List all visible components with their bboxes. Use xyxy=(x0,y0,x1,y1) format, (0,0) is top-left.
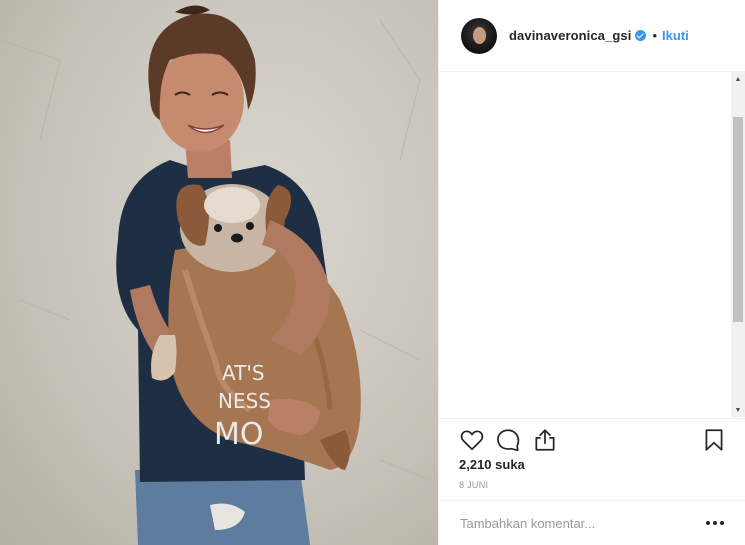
post-photo[interactable]: AT'S NESS MO xyxy=(0,0,438,545)
scrollbar-thumb[interactable] xyxy=(733,117,743,322)
more-options-icon[interactable] xyxy=(706,516,724,530)
post-header: davinaveronica_gsi • Ikuti xyxy=(439,0,745,72)
bookmark-icon[interactable] xyxy=(701,427,727,453)
instagram-post: AT'S NESS MO davinaveronica_gsi • Ikuti … xyxy=(0,0,745,545)
post-date[interactable]: 8 JUNI xyxy=(459,480,488,490)
shirt-print-line-2: NESS xyxy=(218,389,271,413)
shirt-print-line-1: AT'S xyxy=(222,361,265,385)
comments-scrollbar[interactable]: ▲ ▼ xyxy=(731,72,745,417)
comment-bubble-icon[interactable] xyxy=(495,427,521,453)
likes-count[interactable]: 2,210 suka xyxy=(459,457,525,472)
shirt-print-line-3: MO xyxy=(214,417,264,452)
scroll-down-arrow-icon[interactable]: ▼ xyxy=(731,403,745,417)
comment-input[interactable] xyxy=(460,515,690,531)
avatar[interactable] xyxy=(461,17,497,54)
share-icon[interactable] xyxy=(532,427,558,453)
follow-button[interactable]: Ikuti xyxy=(662,28,689,43)
separator-dot: • xyxy=(652,28,658,43)
photo-illustration: AT'S NESS MO xyxy=(0,5,431,545)
action-bar xyxy=(439,418,745,458)
username-link[interactable]: davinaveronica_gsi xyxy=(509,28,631,43)
add-comment-section xyxy=(439,500,745,545)
heart-icon[interactable] xyxy=(459,427,485,453)
verified-badge-icon xyxy=(635,30,647,41)
scroll-up-arrow-icon[interactable]: ▲ xyxy=(731,72,745,86)
comments-area[interactable] xyxy=(439,72,739,417)
post-sidebar: davinaveronica_gsi • Ikuti ▲ ▼ 2,210 suk… xyxy=(438,0,745,545)
